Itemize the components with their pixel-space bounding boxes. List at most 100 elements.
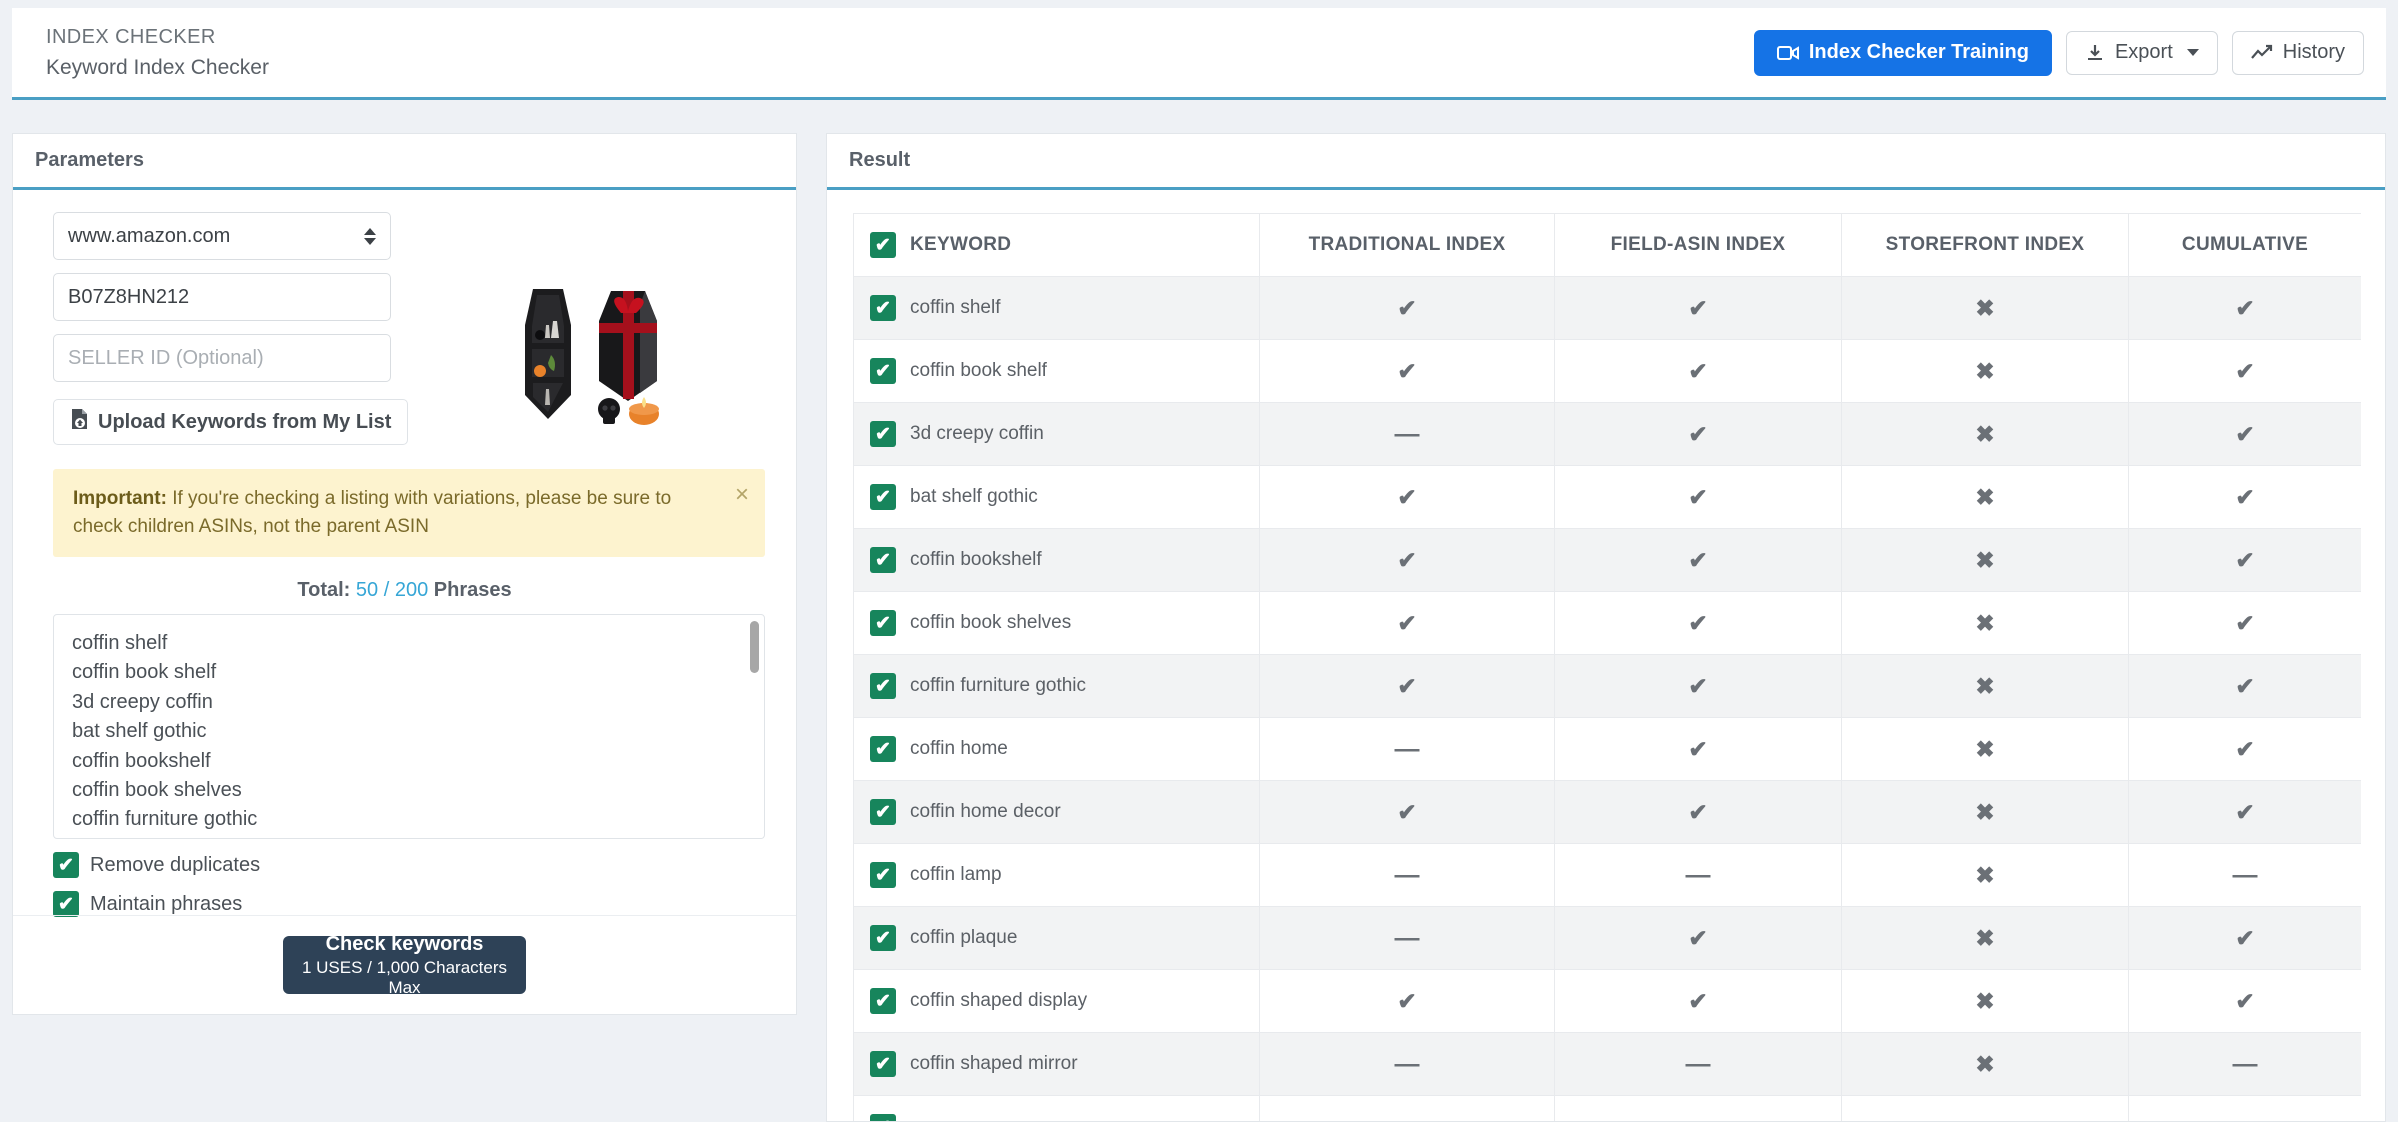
row-checkbox[interactable]: ✔ [870,925,896,951]
status-check-icon: ✔ [2235,420,2255,447]
status-cross-icon: ✖ [1975,609,1995,636]
check-keywords-button[interactable]: Check keywords 1 USES / 1,000 Characters… [283,932,526,997]
row-checkbox[interactable]: ✔ [870,1114,896,1121]
cell-cumulative: ✔ [2128,465,2361,529]
status-check-icon: ✔ [1397,987,1417,1014]
row-keyword-label: coffin shelf [910,297,1001,318]
table-row[interactable]: ✔ coffin furniture gothic ✔ ✔ ✖ ✔ [853,654,2361,718]
cell-cumulative: ✔ [2128,402,2361,466]
cell-storefront-index: ✖ [1841,717,2129,781]
table-row[interactable]: ✔ coffin book shelves ✔ ✔ ✖ ✔ [853,591,2361,655]
status-check-icon: ✔ [1688,483,1708,510]
status-dash-icon: — [1394,1049,1420,1078]
check-keywords-sublabel: 1 USES / 1,000 Characters Max [301,957,508,997]
keywords-textarea[interactable]: coffin shelf coffin book shelf 3d creepy… [53,614,765,840]
column-header-cumulative[interactable]: CUMULATIVE [2128,213,2361,277]
row-checkbox[interactable]: ✔ [870,484,896,510]
seller-id-input[interactable]: SELLER ID (Optional) [53,334,391,382]
cell-keyword: ✔ coffin book shelves [853,591,1260,655]
cell-traditional-index: — [1259,1032,1555,1096]
cell-storefront-index: ✖ [1841,780,2129,844]
status-check-icon: ✔ [2235,987,2255,1014]
file-upload-icon [70,408,89,436]
cell-storefront-index: ✖ [1841,402,2129,466]
cell-field-asin-index: ✔ [1554,339,1842,403]
row-checkbox[interactable]: ✔ [870,673,896,699]
status-dash-icon: — [2232,860,2258,889]
upload-keywords-button[interactable]: Upload Keywords from My List [53,399,409,445]
row-checkbox[interactable]: ✔ [870,295,896,321]
cell-storefront-index: ✖ [1841,843,2129,907]
important-alert: × Important: If you're checking a listin… [53,469,765,558]
seller-id-placeholder: SELLER ID (Optional) [68,346,264,369]
total-max: 200 [394,579,429,602]
cell-keyword: ✔ coffin book shelf [853,339,1260,403]
cell-cumulative: — [2128,1032,2361,1096]
status-dash-icon: — [1394,923,1420,952]
table-row[interactable]: ✔ coffin shaped mirror — — ✖ — [853,1032,2361,1096]
table-row[interactable]: ✔ [853,1095,2361,1121]
row-checkbox[interactable]: ✔ [870,862,896,888]
remove-duplicates-row[interactable]: ✔ Remove duplicates [53,852,756,879]
maintain-phrases-checkbox[interactable]: ✔ [53,891,79,918]
row-checkbox[interactable]: ✔ [870,736,896,762]
table-row[interactable]: ✔ coffin plaque — ✔ ✖ ✔ [853,906,2361,970]
export-label: Export [2114,41,2173,63]
history-button[interactable]: History [2231,30,2364,75]
check-keywords-label: Check keywords [325,932,484,955]
asin-input-value: B07Z8HN212 [68,285,190,308]
row-checkbox[interactable]: ✔ [870,421,896,447]
cell-keyword: ✔ coffin plaque [853,906,1260,970]
index-checker-training-button[interactable]: Index Checker Training [1753,29,2052,76]
cell-traditional-index [1259,1095,1555,1121]
remove-duplicates-checkbox[interactable]: ✔ [53,852,79,879]
table-row[interactable]: ✔ 3d creepy coffin — ✔ ✖ ✔ [853,402,2361,466]
history-label: History [2282,41,2345,63]
row-checkbox[interactable]: ✔ [870,799,896,825]
table-row[interactable]: ✔ coffin shelf ✔ ✔ ✖ ✔ [853,276,2361,340]
cell-storefront-index: ✖ [1841,654,2129,718]
alert-close-icon[interactable]: × [735,483,749,507]
row-checkbox[interactable]: ✔ [870,1051,896,1077]
status-check-icon: ✔ [1397,546,1417,573]
marketplace-select[interactable]: www.amazon.com [53,212,391,260]
cell-field-asin-index: — [1554,1032,1842,1096]
maintain-phrases-row[interactable]: ✔ Maintain phrases [53,891,756,918]
column-header-keyword[interactable]: ✔ KEYWORD [853,213,1260,277]
download-icon [2085,43,2105,63]
total-label: Total: [297,579,351,602]
status-check-icon: ✔ [1397,609,1417,636]
status-check-icon: ✔ [2235,294,2255,321]
status-cross-icon: ✖ [1975,483,1995,510]
select-all-checkbox[interactable]: ✔ [870,232,896,258]
table-row[interactable]: ✔ coffin shaped display ✔ ✔ ✖ ✔ [853,969,2361,1033]
table-row[interactable]: ✔ coffin book shelf ✔ ✔ ✖ ✔ [853,339,2361,403]
cell-keyword: ✔ coffin shaped display [853,969,1260,1033]
table-row[interactable]: ✔ coffin lamp — — ✖ — [853,843,2361,907]
status-check-icon: ✔ [1688,357,1708,384]
row-checkbox[interactable]: ✔ [870,358,896,384]
status-check-icon: ✔ [2235,735,2255,762]
row-checkbox[interactable]: ✔ [870,547,896,573]
row-checkbox[interactable]: ✔ [870,988,896,1014]
status-check-icon: ✔ [1688,420,1708,447]
result-table-body: ✔ coffin shelf ✔ ✔ ✖ ✔ ✔ coffin book shelf ✔ ✔ ✖ ✔ ✔… [853,276,2361,1121]
column-header-keyword-label: KEYWORD [910,234,1012,255]
row-keyword-label: coffin plaque [910,927,1018,948]
cell-cumulative [2128,1095,2361,1121]
cell-keyword: ✔ coffin shaped mirror [853,1032,1260,1096]
asin-input[interactable]: B07Z8HN212 [53,273,391,321]
cell-cumulative: ✔ [2128,654,2361,718]
column-header-field-asin-index[interactable]: FIELD-ASIN INDEX [1554,213,1842,277]
column-header-traditional-index[interactable]: TRADITIONAL INDEX [1259,213,1555,277]
export-button[interactable]: Export [2065,30,2218,75]
row-checkbox[interactable]: ✔ [870,610,896,636]
table-row[interactable]: ✔ coffin home — ✔ ✖ ✔ [853,717,2361,781]
table-row[interactable]: ✔ coffin bookshelf ✔ ✔ ✖ ✔ [853,528,2361,592]
result-panel: Result ✔ KEYWORD TRADITIONAL INDEX FIELD… [826,133,2386,1122]
table-row[interactable]: ✔ bat shelf gothic ✔ ✔ ✖ ✔ [853,465,2361,529]
page-title: Keyword Index Checker [46,55,269,79]
column-header-storefront-index[interactable]: STOREFRONT INDEX [1841,213,2129,277]
table-row[interactable]: ✔ coffin home decor ✔ ✔ ✖ ✔ [853,780,2361,844]
keywords-scrollbar-thumb[interactable] [750,621,759,674]
